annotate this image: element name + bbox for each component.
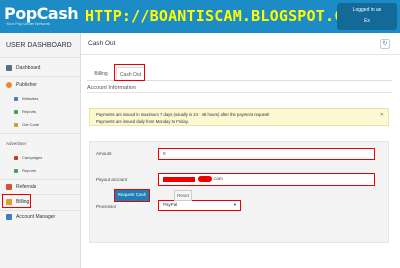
page-header: Cash Out ↻ — [81, 33, 400, 55]
amount-input[interactable]: 0 — [158, 148, 375, 160]
processor-select[interactable]: PayPal ▼ — [158, 200, 241, 211]
campaign-icon — [14, 155, 18, 160]
logged-in-user: Ex — [364, 18, 370, 24]
sidebar-item-referrals[interactable]: Referrals — [6, 184, 36, 190]
publisher-icon — [6, 82, 12, 88]
dashboard-icon — [6, 65, 12, 71]
sidebar-item-label: Publisher — [16, 82, 37, 88]
logged-in-label: Logged in as — [352, 7, 382, 13]
reset-button[interactable]: Reset — [174, 190, 192, 201]
sidebar-item-websites[interactable]: Websites — [14, 96, 38, 101]
info-alert: Payments are issued in maximum 7 days (u… — [89, 108, 389, 126]
sidebar-item-label: Campaigns — [22, 155, 43, 160]
sidebar-item-label: Dashboard — [16, 65, 41, 71]
chart-icon — [14, 168, 18, 173]
alert-line-2: Payments are issued daily from Monday to… — [96, 119, 189, 124]
payout-account-label: Payout account — [96, 177, 128, 182]
processor-selected: PayPal — [163, 202, 178, 207]
top-bar: PopCash Your Pop Under Network HTTP://BO… — [0, 0, 400, 33]
page-title: Cash Out — [88, 40, 116, 47]
section-divider — [87, 92, 392, 93]
close-icon[interactable]: ✕ — [380, 112, 384, 118]
processor-label: Processor — [96, 204, 117, 209]
sidebar: USER DASHBOARD Dashboard Publisher Websi… — [0, 33, 81, 268]
sidebar-item-label: Reports — [22, 109, 37, 114]
refresh-icon[interactable]: ↻ — [380, 39, 390, 49]
sidebar-item-label: Get Code — [22, 122, 40, 127]
amount-label: Amount — [96, 151, 112, 156]
sidebar-item-reports[interactable]: Reports — [14, 109, 36, 114]
globe-icon — [14, 96, 18, 101]
sidebar-item-account-manager[interactable]: Account Manager — [6, 214, 55, 220]
sidebar-item-adv-reports[interactable]: Reports — [14, 168, 36, 173]
sidebar-item-dashboard[interactable]: Dashboard — [6, 65, 40, 71]
sidebar-item-publisher[interactable]: Publisher — [6, 82, 37, 88]
section-title: Account Information — [87, 85, 136, 91]
sidebar-item-label: Account Manager — [16, 214, 56, 220]
watermark-text: HTTP://BOANTISCAM.BLOGSPOT.COM — [85, 7, 362, 25]
account-icon — [6, 214, 12, 220]
chart-icon — [14, 109, 18, 114]
sidebar-item-label: Reports — [22, 168, 37, 173]
sidebar-divider — [0, 210, 80, 211]
sidebar-divider — [0, 179, 80, 180]
request-cash-out-button[interactable]: Request Cash Out — [114, 189, 150, 207]
alert-line-1: Payments are issued in maximum 7 days (u… — [96, 112, 270, 117]
sidebar-section-advertiser[interactable]: Advertiser — [6, 141, 26, 146]
sidebar-divider — [0, 57, 80, 58]
cash-out-tab-highlight — [114, 64, 145, 81]
sidebar-item-label: Referrals — [16, 184, 37, 190]
redaction-mark — [198, 176, 212, 182]
sidebar-item-get-code[interactable]: Get Code — [14, 122, 39, 127]
logo-tagline: Your Pop Under Network — [6, 21, 51, 26]
chevron-down-icon: ▼ — [233, 202, 237, 207]
tab-billing[interactable]: Billing — [89, 67, 113, 81]
sidebar-divider — [0, 76, 80, 77]
user-menu[interactable]: Logged in as Ex — [337, 3, 397, 30]
sidebar-item-label: Websites — [22, 96, 39, 101]
referrals-icon — [6, 184, 12, 190]
sidebar-divider — [0, 133, 80, 134]
code-icon — [14, 122, 18, 127]
sidebar-item-campaigns[interactable]: Campaigns — [14, 155, 42, 160]
sidebar-title: USER DASHBOARD — [6, 42, 72, 49]
redaction-mark — [163, 177, 195, 182]
billing-highlight — [2, 194, 31, 208]
